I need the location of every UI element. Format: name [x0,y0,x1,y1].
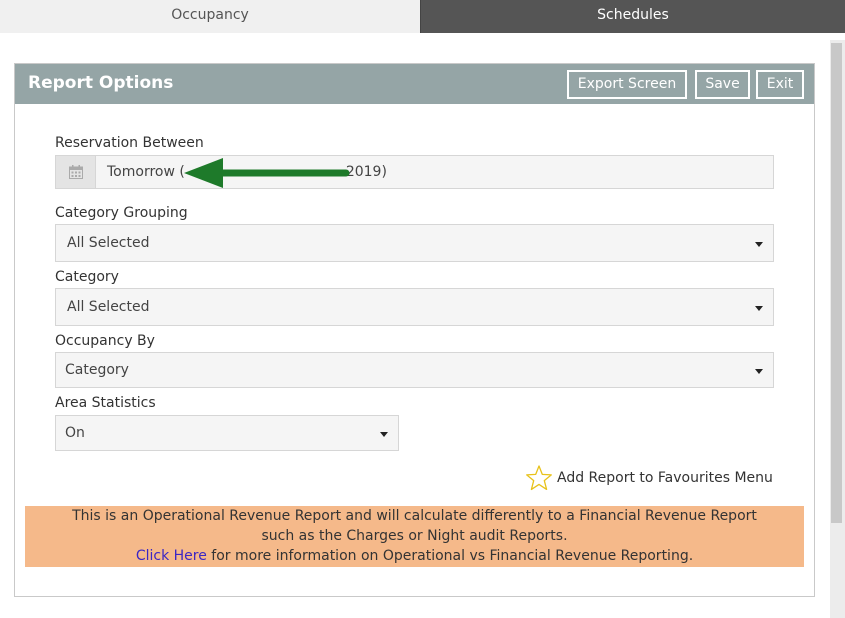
tab-occupancy[interactable]: Occupancy [0,0,420,33]
category-select[interactable]: All Selected [55,288,774,326]
report-tabs: Occupancy Schedules [0,0,845,33]
occupancy-by-select[interactable]: Category [55,352,774,388]
add-to-favourites-label: Add Report to Favourites Menu [557,470,773,486]
category-grouping-label: Category Grouping [55,205,188,221]
star-outline-icon [526,465,552,491]
area-statistics-label: Area Statistics [55,395,156,411]
operational-revenue-notice: This is an Operational Revenue Report an… [25,506,804,567]
notice-line-2: such as the Charges or Night audit Repor… [261,528,568,544]
save-button[interactable]: Save [695,70,750,99]
reservation-date-range-input[interactable]: Tomorrow (2019) [55,155,774,189]
occupancy-by-value: Category [65,362,129,378]
green-arrow-annotation [184,158,350,188]
panel-header: Report Options Export Screen Save Exit [15,64,814,104]
chevron-down-icon [755,242,763,247]
date-start-text: Tomorrow ( [107,164,185,180]
tab-schedules[interactable]: Schedules [420,0,845,33]
chevron-down-icon [755,369,763,374]
report-options-panel: Report Options Export Screen Save Exit R… [14,63,815,597]
area-statistics-value: On [65,425,85,441]
occupancy-by-label: Occupancy By [55,333,155,349]
panel-title: Report Options [28,73,174,93]
chevron-down-icon [380,432,388,437]
exit-button[interactable]: Exit [756,70,804,99]
area-statistics-select[interactable]: On [55,415,399,451]
vertical-scrollbar[interactable] [830,40,845,618]
category-label: Category [55,269,119,285]
chevron-down-icon [755,306,763,311]
reservation-between-label: Reservation Between [55,135,204,151]
calendar-button[interactable] [56,156,96,188]
category-value: All Selected [67,299,150,315]
export-screen-button[interactable]: Export Screen [567,70,687,99]
click-here-link[interactable]: Click Here [136,548,207,564]
notice-line-1: This is an Operational Revenue Report an… [72,508,757,524]
scrollbar-thumb[interactable] [831,43,842,523]
add-to-favourites-button[interactable]: Add Report to Favourites Menu [525,464,775,492]
calendar-icon [69,165,83,179]
category-grouping-value: All Selected [67,235,150,251]
category-grouping-select[interactable]: All Selected [55,224,774,262]
notice-line-3-text: for more information on Operational vs F… [206,548,694,564]
notice-line-3: Click Here for more information on Opera… [25,546,804,566]
